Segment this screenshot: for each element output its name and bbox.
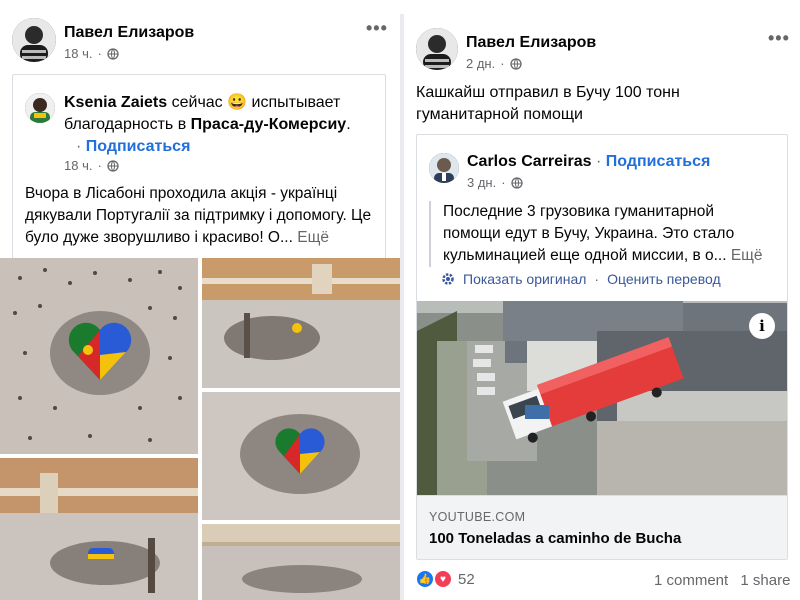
shared-author-avatar[interactable]: [25, 93, 55, 123]
reaction-count: 52: [458, 570, 475, 588]
reaction-summary[interactable]: 👍 ♥ 52: [416, 570, 475, 588]
dot-separator: ·: [97, 46, 102, 61]
shared-author-name[interactable]: Ksenia Zaiets: [64, 94, 167, 111]
dot-separator: ·: [594, 271, 600, 287]
show-original-link[interactable]: Показать оригинал: [463, 271, 586, 287]
quote-text: Последние 3 грузовика гуманитарной помощ…: [443, 203, 735, 264]
shared-timestamp[interactable]: 18 ч.: [64, 158, 92, 173]
post-body: Кашкайш отправил в Бучу 100 тонн гуманит…: [416, 84, 680, 123]
see-more-link[interactable]: Ещё: [297, 229, 329, 246]
header-period: .: [346, 116, 351, 133]
translated-quote: Последние 3 грузовика гуманитарной помощ…: [429, 201, 775, 267]
globe-icon: [509, 57, 522, 70]
photo-square-arch[interactable]: [0, 458, 198, 600]
link-domain: YOUTUBE.COM: [429, 510, 526, 524]
shared-body: Вчора в Лісабоні проходила акція - украї…: [25, 183, 377, 249]
shared-author-avatar[interactable]: [429, 153, 459, 183]
globe-icon: [510, 176, 523, 189]
like-reaction-icon: 👍: [416, 570, 434, 588]
engagement-counts: 1 comment 1 share: [654, 572, 790, 589]
shared-header: Ksenia Zaiets сейчас 😀 испытывает благод…: [64, 92, 374, 158]
shared-meta: 18 ч. ·: [64, 158, 119, 173]
post-timestamp[interactable]: 2 дн.: [466, 56, 495, 71]
rate-translation-link[interactable]: Оценить перевод: [607, 271, 721, 287]
shared-header: Carlos Carreiras · Подписаться: [467, 151, 710, 173]
author-name[interactable]: Павел Елизаров: [64, 24, 194, 42]
shared-author-name[interactable]: Carlos Carreiras: [467, 153, 592, 170]
dot-separator: ·: [595, 153, 602, 170]
post-meta: 2 дн. ·: [466, 56, 522, 71]
video-thumbnail[interactable]: i: [417, 301, 787, 495]
dot-separator: ·: [97, 158, 102, 173]
globe-icon: [107, 159, 119, 172]
photo-square-building[interactable]: [202, 524, 400, 600]
info-icon[interactable]: i: [749, 313, 775, 339]
photo-heart-crowd[interactable]: [0, 258, 198, 454]
photo-square-overview[interactable]: [202, 258, 400, 388]
love-reaction-icon: ♥: [434, 570, 452, 588]
shares-count-link[interactable]: 1 share: [740, 572, 790, 589]
left-post: Павел Елизаров 18 ч. · ••• Ksenia Zaiets…: [0, 0, 400, 600]
translation-bar: Показать оригинал · Оценить перевод: [441, 271, 721, 287]
dot-separator: ·: [500, 56, 505, 71]
emoji-icon: 😀: [227, 94, 248, 111]
subscribe-link[interactable]: Подписаться: [86, 138, 191, 155]
see-more-link[interactable]: Ещё: [731, 247, 763, 264]
status-time: сейчас: [171, 94, 223, 111]
shared-post: Carlos Carreiras · Подписаться 3 дн. · П…: [416, 134, 788, 560]
shared-timestamp[interactable]: 3 дн.: [467, 175, 496, 190]
globe-icon: [107, 47, 119, 60]
place-link[interactable]: Праса-ду-Комерсиу: [191, 116, 347, 133]
subscribe-link[interactable]: Подписаться: [606, 153, 711, 170]
right-post: Павел Елизаров 2 дн. · ••• Кашкайш отпра…: [404, 0, 800, 600]
shared-meta: 3 дн. ·: [467, 175, 523, 190]
more-options-icon[interactable]: •••: [366, 18, 388, 39]
dot-separator: ·: [501, 175, 506, 190]
more-options-icon[interactable]: •••: [768, 28, 790, 49]
author-name[interactable]: Павел Елизаров: [466, 34, 596, 52]
photo-heart-flag-close[interactable]: [202, 392, 400, 520]
author-avatar[interactable]: [416, 28, 458, 70]
post-timestamp[interactable]: 18 ч.: [64, 46, 92, 61]
author-avatar[interactable]: [12, 18, 56, 62]
link-preview-footer[interactable]: YOUTUBE.COM 100 Toneladas a caminho de B…: [417, 495, 787, 559]
gear-icon[interactable]: [441, 272, 455, 286]
dot-separator: ·: [76, 138, 82, 155]
post-meta: 18 ч. ·: [64, 46, 119, 61]
shared-post: Ksenia Zaiets сейчас 😀 испытывает благод…: [12, 74, 386, 260]
link-title: 100 Toneladas a caminho de Bucha: [429, 530, 682, 547]
comments-count-link[interactable]: 1 comment: [654, 572, 728, 589]
